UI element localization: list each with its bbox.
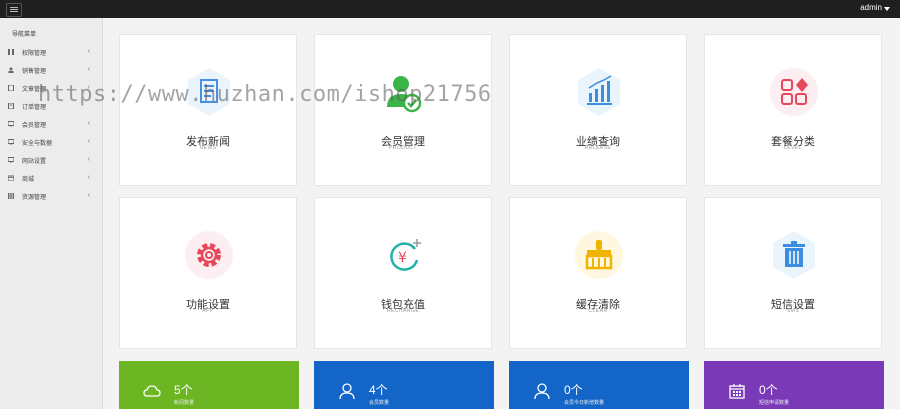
chevron-left-icon: ‹ — [87, 66, 90, 73]
people-icon — [8, 67, 14, 73]
svg-text:¥: ¥ — [398, 250, 407, 266]
menu-toggle-icon[interactable] — [6, 3, 22, 17]
sidebar-item-label: 网站设置 — [22, 159, 47, 165]
monitor-icon — [8, 121, 14, 127]
grid-icon — [8, 49, 14, 55]
stat-sms-requests: 0个 短信申请数量 — [704, 361, 884, 409]
trash-icon — [773, 231, 815, 279]
stat-new-members-today: 0个 会员今日新增数量 — [509, 361, 689, 409]
sidebar-item-shop[interactable]: 商城 ‹ — [0, 169, 102, 187]
monitor-icon — [8, 139, 14, 145]
user-icon — [339, 383, 355, 399]
stat-news-count: 5个 新闻数量 — [119, 361, 299, 409]
stat-value: 5个 — [174, 383, 193, 397]
chevron-left-icon: ‹ — [87, 48, 90, 55]
settings-icon — [8, 157, 14, 163]
card-sms-settings[interactable]: 短信设置 SMS — [704, 197, 882, 349]
sidebar-item-label: 会员管理 — [22, 123, 47, 129]
sidebar-item-label: 商城 — [22, 177, 35, 183]
chevron-left-icon: ‹ — [87, 120, 90, 127]
sidebar-item-security-data[interactable]: 安全与数据 ‹ — [0, 133, 102, 151]
chevron-left-icon: ‹ — [87, 84, 90, 91]
stat-member-count: 4个 会员数量 — [314, 361, 494, 409]
sidebar-item-site-settings[interactable]: 网站设置 ‹ — [0, 151, 102, 169]
sidebar-item-members[interactable]: 会员管理 ‹ — [0, 115, 102, 133]
card-subtitle: PRODUCT — [388, 145, 418, 151]
sidebar-item-label: 安全与数据 — [22, 141, 53, 147]
stat-label: 短信申请数量 — [759, 400, 790, 406]
sidebar: 导航菜单 权限管理 ‹ 销售管理 ‹ 文章管理 ‹ 订单管理 会员管理 ‹ 安全… — [0, 18, 103, 409]
chevron-left-icon: ‹ — [87, 174, 90, 181]
user-menu[interactable]: admin — [860, 3, 882, 12]
stat-value: 4个 — [369, 383, 388, 397]
user-check-icon — [387, 76, 422, 113]
sidebar-item-permissions[interactable]: 权限管理 ‹ — [0, 43, 102, 61]
chevron-left-icon: ‹ — [87, 138, 90, 145]
card-subtitle: CLEAR — [588, 308, 608, 314]
top-bar: admin — [0, 0, 900, 18]
chevron-left-icon: ‹ — [87, 156, 90, 163]
stat-value: 0个 — [564, 383, 583, 397]
user-icon — [534, 383, 550, 399]
gear-icon — [185, 231, 233, 279]
card-publish-news[interactable]: 发布新闻 NEWS — [119, 34, 297, 186]
card-feature-settings[interactable]: 功能设置 APP — [119, 197, 297, 349]
caret-down-icon[interactable] — [884, 7, 890, 11]
card-subtitle: RECHARGE — [386, 308, 420, 314]
sidebar-item-label: 权限管理 — [22, 51, 47, 57]
card-member-management[interactable]: 会员管理 PRODUCT — [314, 34, 492, 186]
sidebar-item-label: 销售管理 — [22, 69, 47, 75]
card-subtitle: SMS — [786, 308, 800, 314]
file-icon — [8, 85, 14, 91]
cloud-icon — [143, 385, 161, 397]
category-icon — [770, 68, 818, 116]
chevron-left-icon: ‹ — [87, 192, 90, 199]
card-subtitle: APP — [202, 308, 214, 314]
sidebar-item-orders[interactable]: 订单管理 — [0, 97, 102, 115]
calendar-icon — [729, 384, 745, 399]
shop-icon — [8, 175, 14, 181]
sidebar-item-label: 文章管理 — [22, 87, 47, 93]
card-subtitle: LEVEL — [783, 145, 803, 151]
sidebar-item-label: 订单管理 — [22, 105, 47, 111]
card-subtitle: RELEASE — [584, 145, 612, 151]
card-package-category[interactable]: 套餐分类 LEVEL — [704, 34, 882, 186]
stat-value: 0个 — [759, 383, 778, 397]
sidebar-item-label: 资源管理 — [22, 195, 47, 201]
card-subtitle: NEWS — [199, 145, 217, 151]
sidebar-item-articles[interactable]: 文章管理 ‹ — [0, 79, 102, 97]
card-performance-query[interactable]: 业绩查询 RELEASE — [509, 34, 687, 186]
stat-label: 会员数量 — [369, 400, 390, 406]
stat-label: 会员今日新增数量 — [564, 400, 605, 406]
sidebar-title: 导航菜单 — [12, 32, 37, 38]
wallet-recharge-icon: ¥ — [390, 239, 421, 271]
broom-icon — [575, 231, 623, 279]
resources-icon — [8, 193, 14, 199]
stat-label: 新闻数量 — [174, 400, 195, 406]
card-clear-cache[interactable]: 缓存清除 CLEAR — [509, 197, 687, 349]
sidebar-item-sales[interactable]: 销售管理 ‹ — [0, 61, 102, 79]
sidebar-item-resources[interactable]: 资源管理 ‹ — [0, 187, 102, 205]
bar-chart-icon — [578, 68, 620, 116]
card-wallet-recharge[interactable]: ¥ 钱包充值 RECHARGE — [314, 197, 492, 349]
order-icon — [8, 103, 14, 109]
document-icon — [188, 68, 230, 116]
